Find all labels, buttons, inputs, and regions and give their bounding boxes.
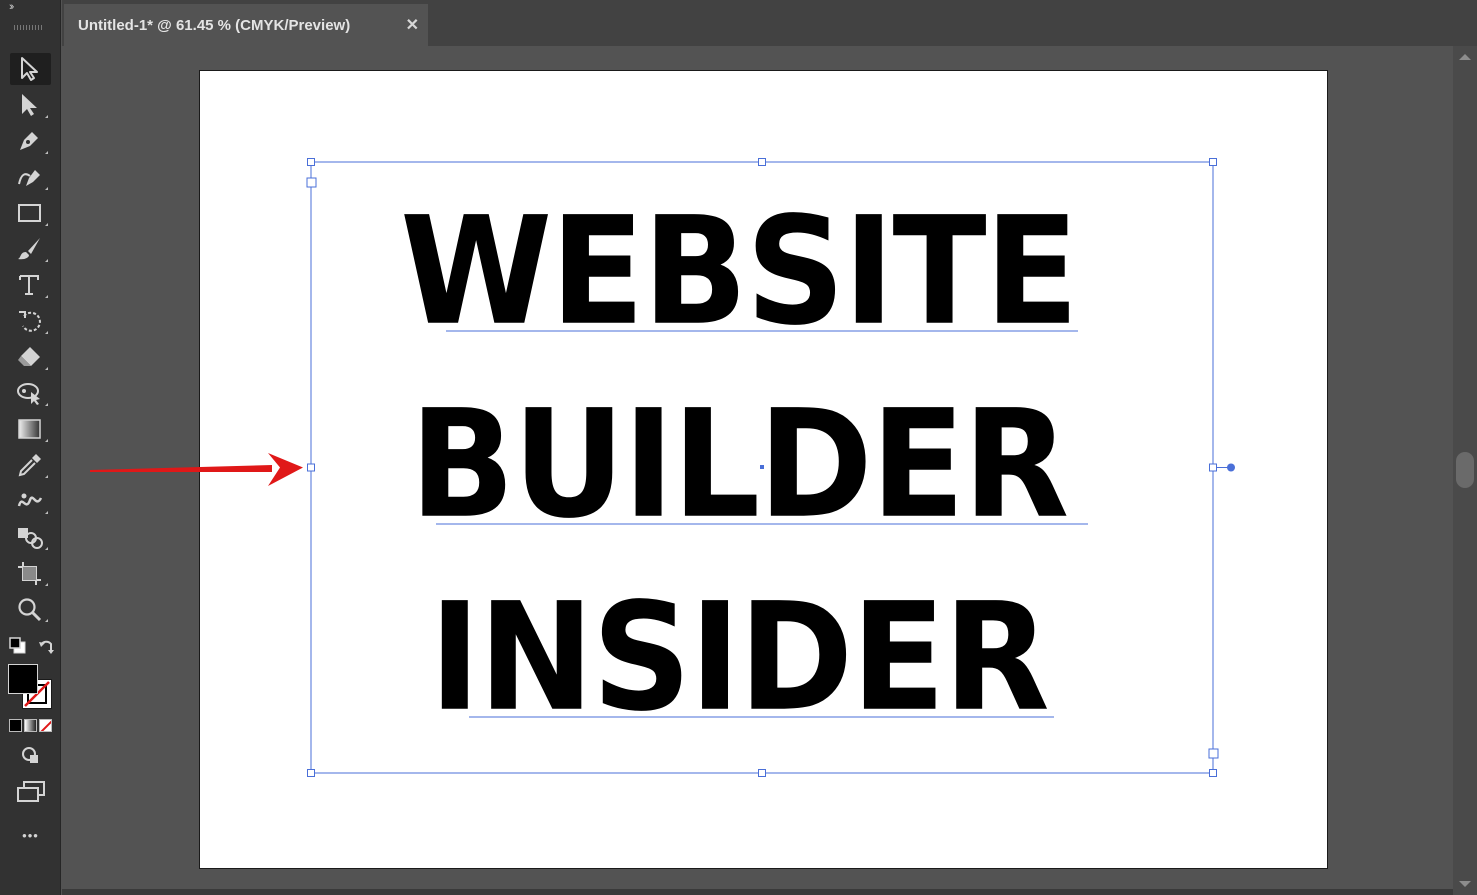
vertical-scrollbar[interactable]: [1453, 46, 1477, 895]
resize-handle-bottom-left: [307, 769, 315, 777]
document-tab-title: Untitled-1* @ 61.45 % (CMYK/Preview): [78, 17, 351, 34]
resize-handle-top-right: [1209, 158, 1217, 166]
collapse-panel-icon[interactable]: ››: [9, 1, 15, 13]
screen-mode-icon[interactable]: [16, 780, 46, 802]
resize-handle-top: [758, 158, 766, 166]
edit-toolbar-icon[interactable]: •••: [0, 828, 61, 843]
pen-tool[interactable]: [10, 125, 51, 157]
flyout-indicator-icon: [45, 547, 48, 550]
close-icon[interactable]: ✕: [406, 15, 419, 35]
resize-handle-bottom: [758, 769, 766, 777]
selection-tool[interactable]: [10, 53, 51, 85]
artboard-icon: [18, 562, 41, 585]
direct-selection-tool[interactable]: [10, 89, 51, 121]
scroll-down-icon[interactable]: [1459, 881, 1471, 887]
artwork-text-line[interactable]: BUILDER: [0, 390, 1477, 539]
scroll-up-icon[interactable]: [1459, 54, 1471, 60]
artwork-text-line[interactable]: WEBSITE: [0, 197, 1477, 346]
draw-mode-icon[interactable]: [20, 745, 42, 765]
horizontal-scroll-area[interactable]: [62, 889, 1453, 895]
resize-handle-right: [1209, 463, 1217, 472]
curvature-tool[interactable]: [10, 161, 51, 193]
direct-selection-arrow-icon: [22, 94, 37, 116]
document-tab-bar: Untitled-1* @ 61.45 % (CMYK/Preview) ✕: [62, 0, 1477, 46]
scroll-thumb[interactable]: [1456, 452, 1474, 488]
panel-grip[interactable]: [14, 25, 42, 30]
resize-handle-top-left: [307, 158, 315, 166]
artwork-text-line[interactable]: INSIDER: [0, 583, 1477, 732]
eraser-icon: [18, 347, 40, 366]
resize-handle-left: [307, 463, 315, 472]
selection-arrow-icon: [21, 57, 38, 81]
flyout-indicator-icon: [45, 115, 48, 118]
document-tab[interactable]: Untitled-1* @ 61.45 % (CMYK/Preview) ✕: [64, 4, 428, 46]
resize-handle-bottom-right: [1209, 769, 1217, 777]
flyout-indicator-icon: [45, 151, 48, 154]
flyout-indicator-icon: [45, 187, 48, 190]
flyout-indicator-icon: [45, 367, 48, 370]
curvature-icon: [18, 170, 40, 186]
pen-icon: [20, 132, 38, 150]
